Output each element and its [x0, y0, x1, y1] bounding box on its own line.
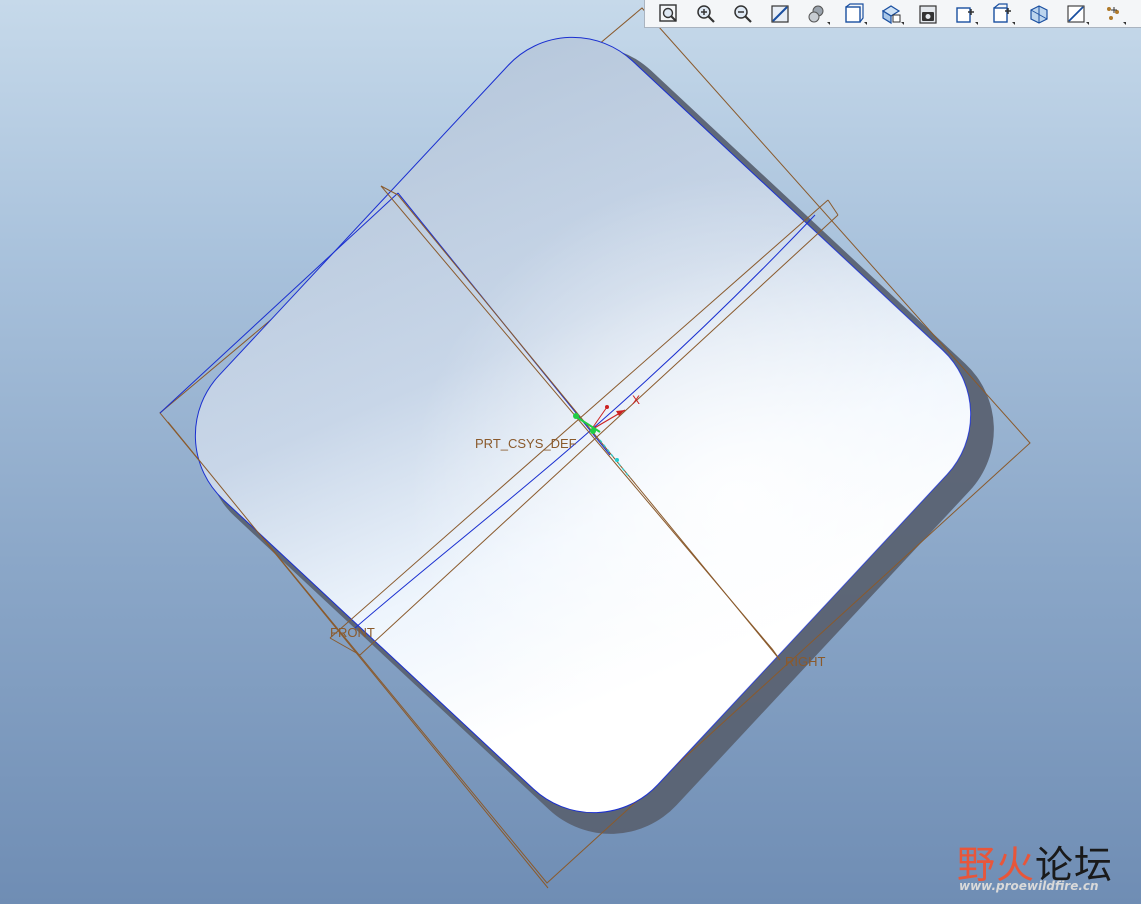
datum-plane-right-label[interactable]: RIGHT — [785, 654, 826, 669]
zoom-out-icon — [734, 4, 752, 23]
spin-center-button[interactable] — [1025, 2, 1053, 26]
screenshot-icon — [919, 4, 937, 24]
view-manager-icon — [881, 4, 901, 24]
saved-views-button[interactable] — [840, 2, 868, 26]
repaint-button[interactable] — [766, 2, 794, 26]
screenshot-button[interactable] — [914, 2, 942, 26]
saved-views-icon — [845, 2, 864, 23]
zoom-in-icon — [697, 4, 715, 23]
display-style-icon — [808, 5, 824, 22]
annotation-display-button[interactable] — [1062, 2, 1090, 26]
zoom-out-button[interactable] — [729, 2, 757, 26]
annotation-display-icon — [1067, 4, 1085, 23]
watermark-url: www.proewildfire.cn — [959, 879, 1099, 893]
datum-point-display-icon — [1107, 6, 1119, 20]
graphics-window[interactable]: X PRT_CSYS_DEF FRONT RIGHT — [0, 0, 1141, 904]
datum-axis-display-icon — [993, 2, 1011, 23]
view-toolbar — [644, 0, 1141, 28]
forum-watermark: 野火论坛 www.proewildfire.cn — [955, 826, 1135, 896]
datum-point-display-button[interactable] — [1099, 2, 1127, 26]
view-manager-button[interactable] — [877, 2, 905, 26]
csys-label[interactable]: PRT_CSYS_DEF — [475, 436, 577, 451]
datum-axis-display-button[interactable] — [988, 2, 1016, 26]
repaint-icon — [771, 4, 789, 23]
datum-plane-display-button[interactable] — [951, 2, 979, 26]
datum-plane-display-icon — [956, 6, 974, 23]
datum-plane-front-label[interactable]: FRONT — [330, 625, 375, 640]
display-style-button[interactable] — [803, 2, 831, 26]
refit-icon — [659, 3, 677, 22]
spin-center-icon — [1030, 4, 1048, 24]
zoom-in-button[interactable] — [692, 2, 720, 26]
csys-axis-x-label: X — [632, 393, 640, 407]
refit-button[interactable] — [655, 2, 683, 26]
